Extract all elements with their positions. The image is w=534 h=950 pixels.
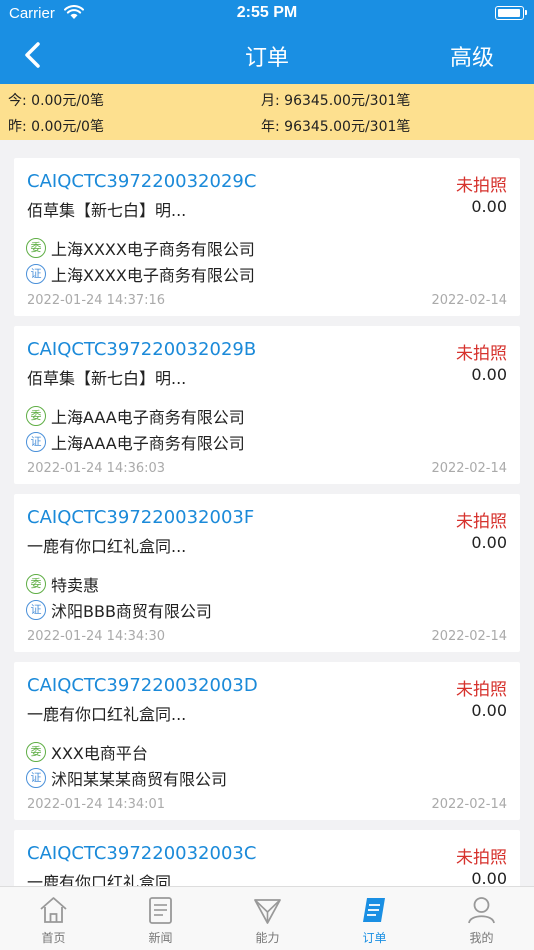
certifying-company: 沭阳某某某商贸有限公司 [51,770,228,789]
product-name: 一鹿有你口红礼盒同... [27,537,187,556]
photo-status: 未拍照 [456,512,507,532]
order-amount: 0.00 [471,365,507,384]
summary-month: 月: 96345.00元/301笔 [261,93,411,109]
tab-home[interactable]: 首页 [0,887,107,950]
certificate-badge-icon: 证 [26,432,46,452]
entrusting-company: 上海AAA电子商务有限公司 [51,408,245,427]
certifying-company-row: 证上海AAA电子商务有限公司 [26,430,245,453]
order-date: 2022-02-14 [431,293,507,308]
certifying-company: 上海XXXX电子商务有限公司 [51,266,255,285]
entrust-badge-icon: 委 [26,742,46,762]
photo-status: 未拍照 [456,680,507,700]
product-name: 佰草集【新七白】明... [27,369,187,388]
order-number[interactable]: CAIQCTC397220032003C [27,843,256,864]
advanced-filter-button[interactable]: 高级 [450,40,494,72]
order-number[interactable]: CAIQCTC397220032003F [27,507,254,528]
order-card[interactable]: CAIQCTC397220032029C 未拍照 佰草集【新七白】明... 0.… [14,158,520,316]
order-card[interactable]: CAIQCTC397220032029B 未拍照 佰草集【新七白】明... 0.… [14,326,520,484]
certifying-company-row: 证沭阳BBB商贸有限公司 [26,598,212,621]
created-time: 2022-01-24 14:37:16 [27,293,166,308]
order-date: 2022-02-14 [431,461,507,476]
entrusting-company-row: 委上海AAA电子商务有限公司 [26,404,245,427]
created-time: 2022-01-24 14:34:01 [27,797,166,812]
order-card[interactable]: CAIQCTC397220032003D 未拍照 一鹿有你口红礼盒同... 0.… [14,662,520,820]
order-amount: 0.00 [471,197,507,216]
order-card[interactable]: CAIQCTC397220032003C 未拍照 一鹿有你口红礼盒同... 0.… [14,830,520,886]
order-number[interactable]: CAIQCTC397220032029C [27,171,256,192]
product-name: 佰草集【新七白】明... [27,201,187,220]
product-name: 一鹿有你口红礼盒同... [27,873,187,886]
app-header: Carrier 2:55 PM 订单 高级 [0,0,534,84]
status-bar: Carrier 2:55 PM [0,0,534,28]
product-name: 一鹿有你口红礼盒同... [27,705,187,724]
tab-orders-label: 订单 [362,931,387,945]
tab-bar: 首页 新闻 能力 订单 我的 [0,886,534,950]
summary-bar: 今: 0.00元/0笔 月: 96345.00元/301笔 昨: 0.00元/0… [0,84,534,140]
photo-status: 未拍照 [456,344,507,364]
tab-ability-label: 能力 [255,931,280,945]
entrusting-company-row: 委特卖惠 [26,572,100,595]
entrusting-company-row: 委 XXX电商平台 [26,740,148,763]
newspaper-icon [149,897,172,924]
clock: 2:55 PM [236,4,298,21]
entrusting-company: 特卖惠 [51,576,100,595]
created-time: 2022-01-24 14:34:30 [27,629,166,644]
order-card[interactable]: CAIQCTC397220032003F 未拍照 一鹿有你口红礼盒同... 0.… [14,494,520,652]
created-time: 2022-01-24 14:36:03 [27,461,166,476]
order-date: 2022-02-14 [431,629,507,644]
order-amount: 0.00 [471,533,507,552]
order-amount: 0.00 [471,701,507,720]
certifying-company: 沭阳BBB商贸有限公司 [51,602,212,621]
certificate-badge-icon: 证 [26,264,46,284]
tab-news[interactable]: 新闻 [107,887,214,950]
entrusting-company-row: 委上海XXXX电子商务有限公司 [26,236,255,259]
battery-icon [495,6,527,20]
order-date: 2022-02-14 [431,797,507,812]
summary-year: 年: 96345.00元/301笔 [261,119,411,135]
certificate-badge-icon: 证 [26,600,46,620]
paper-plane-icon [254,899,281,924]
entrusting-company: 上海XXXX电子商务有限公司 [51,240,255,259]
entrust-badge-icon: 委 [26,406,46,426]
order-amount: 0.00 [471,869,507,886]
entrusting-company: XXX电商平台 [51,744,148,763]
certifying-company-row: 证上海XXXX电子商务有限公司 [26,262,255,285]
home-icon [40,897,67,923]
tab-profile[interactable]: 我的 [428,887,534,950]
tab-news-label: 新闻 [148,931,173,945]
certifying-company: 上海AAA电子商务有限公司 [51,434,245,453]
order-list[interactable]: CAIQCTC397220032029C 未拍照 佰草集【新七白】明... 0.… [0,140,534,886]
order-number[interactable]: CAIQCTC397220032029B [27,339,256,360]
summary-today: 今: 0.00元/0笔 [8,93,104,109]
user-icon [468,897,495,924]
tab-profile-label: 我的 [469,931,494,945]
photo-status: 未拍照 [456,176,507,196]
tab-orders[interactable]: 订单 [321,887,428,950]
tab-ability[interactable]: 能力 [214,887,321,950]
entrust-badge-icon: 委 [26,574,46,594]
order-number[interactable]: CAIQCTC397220032003D [27,675,258,696]
summary-yesterday: 昨: 0.00元/0笔 [8,119,104,135]
entrust-badge-icon: 委 [26,238,46,258]
certificate-badge-icon: 证 [26,768,46,788]
order-list-icon [363,898,385,922]
certifying-company-row: 证沭阳某某某商贸有限公司 [26,766,228,789]
photo-status: 未拍照 [456,848,507,868]
tab-home-label: 首页 [41,931,66,945]
